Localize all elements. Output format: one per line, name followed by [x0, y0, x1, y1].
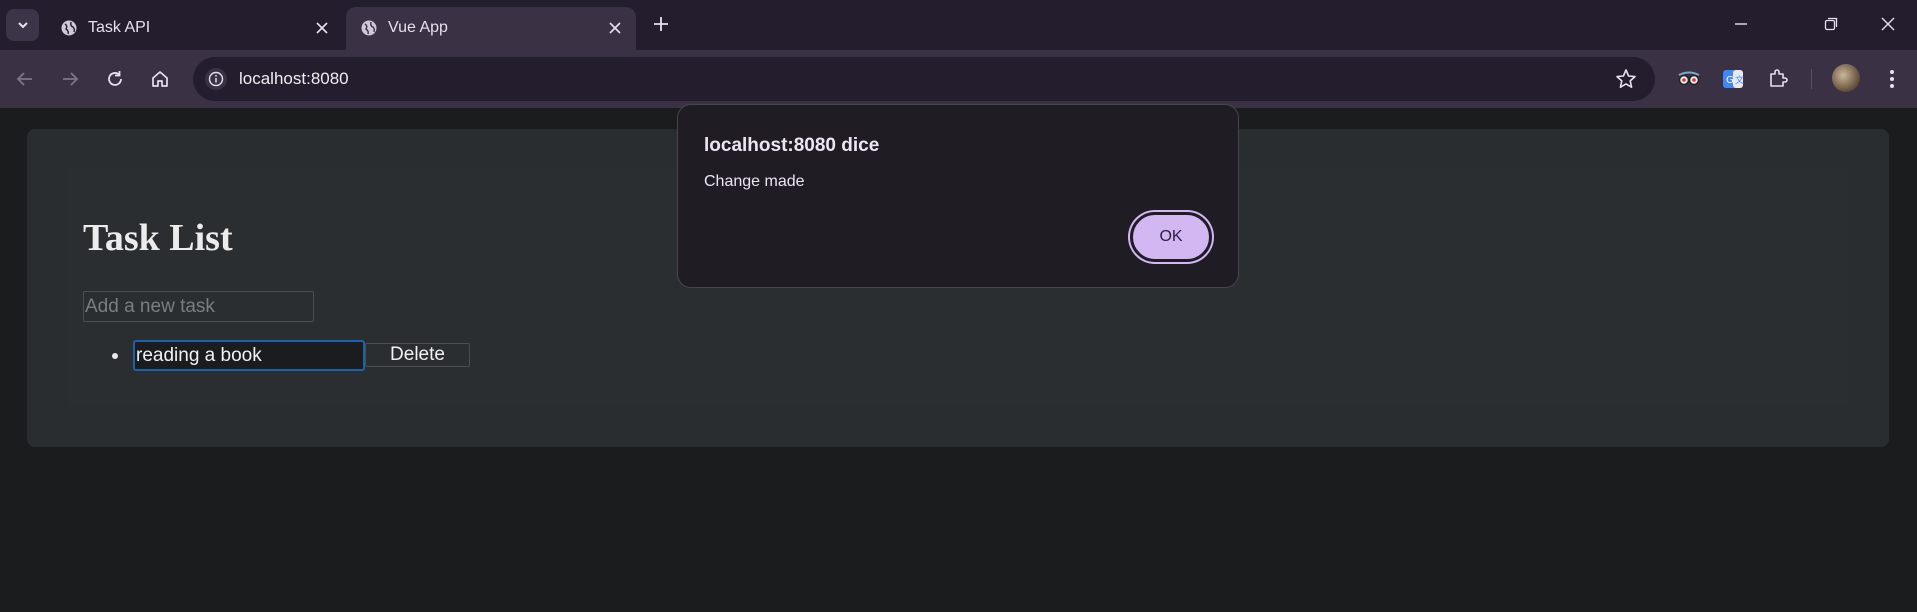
site-info-icon[interactable] — [205, 68, 227, 90]
svg-text:G: G — [1726, 75, 1734, 86]
close-icon — [1881, 17, 1895, 31]
menu-icon — [1890, 70, 1894, 88]
back-icon — [16, 72, 32, 86]
extensions-button[interactable] — [1765, 66, 1791, 92]
page-title: Task List — [83, 217, 233, 259]
home-icon — [152, 71, 168, 87]
toolbar: localhost:8080 G文 — [0, 50, 1917, 108]
glasses-icon — [1678, 71, 1700, 86]
star-icon[interactable] — [1615, 68, 1637, 95]
tab-search-button[interactable] — [6, 9, 39, 41]
tab-strip: Task API Vue App — [0, 0, 1917, 50]
tab-task-api[interactable]: Task API — [46, 7, 343, 50]
translate-extension-button[interactable]: G文 — [1720, 66, 1746, 92]
avatar[interactable] — [1832, 64, 1860, 92]
extension-glasses-button[interactable] — [1676, 66, 1702, 92]
reload-icon — [108, 71, 122, 86]
plus-icon — [654, 17, 668, 31]
minimize-button[interactable] — [1729, 12, 1753, 36]
globe-icon — [361, 20, 377, 36]
tab-title: Vue App — [388, 19, 448, 36]
back-button[interactable] — [11, 65, 39, 93]
bullet — [112, 353, 118, 359]
delete-button[interactable]: Delete — [365, 343, 470, 367]
svg-text:文: 文 — [1735, 74, 1744, 86]
menu-button[interactable] — [1879, 66, 1905, 92]
task-edit-input[interactable] — [133, 340, 365, 371]
forward-button[interactable] — [56, 65, 84, 93]
address-bar[interactable]: localhost:8080 — [193, 57, 1655, 101]
close-icon[interactable] — [606, 19, 624, 37]
dialog-message: Change made — [704, 173, 805, 190]
close-window-button[interactable] — [1876, 12, 1900, 36]
translate-icon: G文 — [1723, 70, 1744, 88]
ok-button[interactable]: OK — [1130, 212, 1212, 262]
minimize-icon — [1735, 23, 1747, 25]
chevron-down-icon — [17, 22, 28, 29]
close-icon[interactable] — [313, 19, 331, 37]
restore-button[interactable] — [1819, 12, 1843, 36]
reload-button[interactable] — [101, 65, 129, 93]
new-tab-button[interactable] — [650, 13, 672, 35]
globe-icon — [61, 20, 77, 36]
dialog-title: localhost:8080 dice — [704, 135, 880, 156]
restore-icon — [1824, 17, 1838, 31]
home-button[interactable] — [146, 65, 174, 93]
alert-dialog: localhost:8080 dice Change made OK — [677, 104, 1239, 288]
new-task-input[interactable] — [83, 291, 314, 322]
toolbar-divider — [1811, 69, 1812, 89]
forward-icon — [63, 72, 79, 86]
url-text: localhost:8080 — [239, 69, 349, 88]
tab-title: Task API — [88, 19, 151, 36]
tab-vue-app[interactable]: Vue App — [346, 7, 636, 50]
extension-icon — [1770, 69, 1788, 87]
